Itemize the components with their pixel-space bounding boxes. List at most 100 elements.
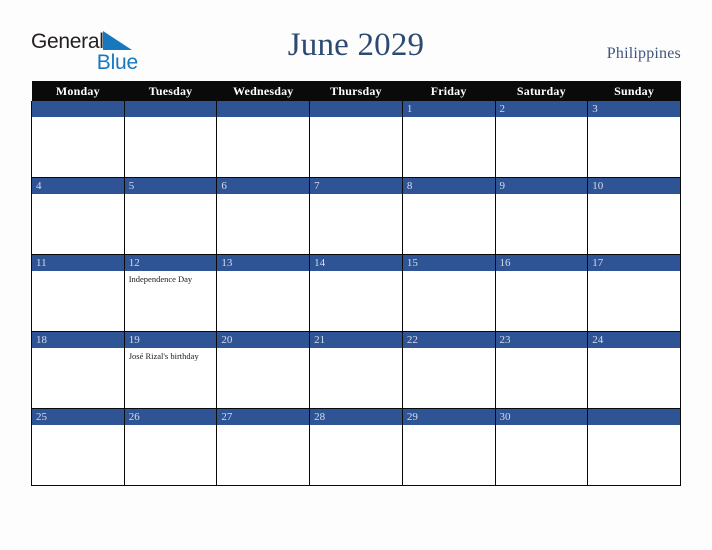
day-number: 1 [402,101,495,117]
day-cell-25[interactable]: 25 [31,408,125,486]
day-number [310,101,402,117]
day-number: 8 [402,178,495,194]
day-cell-18[interactable]: 18 [31,331,125,409]
day-cell-inner: 21 [310,332,402,408]
day-cell-inner: 27 [217,409,310,485]
day-number: 27 [217,409,310,425]
day-cell-empty[interactable] [123,101,218,178]
day-cell-26[interactable]: 26 [123,408,218,486]
day-number: 20 [217,332,310,348]
day-cell-inner: 11 [32,255,124,331]
day-cell-inner: 25 [32,409,124,485]
day-cell-inner: 30 [495,409,588,485]
day-number: 22 [402,332,495,348]
day-cell-inner: 24 [588,332,680,408]
page-title: June 2029 [287,27,425,63]
day-cell-30[interactable]: 30 [494,408,589,486]
day-cell-1[interactable]: 1 [401,101,496,178]
day-cell-inner: 10 [588,178,680,254]
day-cell-6[interactable]: 6 [216,177,311,255]
day-cell-19[interactable]: 19 José Rizal's birthday [123,331,218,409]
day-cell-27[interactable]: 27 [216,408,311,486]
calendar-week-row: 11 12 Independence Day 13 14 15 16 17 [31,254,681,332]
day-cell-inner: 17 [588,255,680,331]
day-cell-23[interactable]: 23 [494,331,589,409]
day-number: 23 [495,332,588,348]
weekday-header-wednesday: Wednesday [216,81,310,101]
day-cell-11[interactable]: 11 [31,254,125,332]
weekday-header-friday: Friday [402,81,496,101]
day-number [588,409,680,425]
day-cell-28[interactable]: 28 [309,408,403,486]
calendar-body: 1 2 3 4 5 6 7 8 9 10 11 12 Independence Day 13 14 15 16 1… [31,101,681,486]
day-cell-3[interactable]: 3 [587,101,681,178]
day-cell-inner: 14 [310,255,402,331]
day-cell-inner: 28 [310,409,402,485]
day-cell-inner: 26 [124,409,217,485]
day-cell-inner: 22 [402,332,495,408]
weekday-header-monday: Monday [31,81,125,101]
day-cell-empty[interactable] [31,101,125,178]
day-cell-8[interactable]: 8 [401,177,496,255]
day-cell-2[interactable]: 2 [494,101,589,178]
holiday-label: José Rizal's birthday [128,351,199,361]
day-cell-15[interactable]: 15 [401,254,496,332]
day-cell-22[interactable]: 22 [401,331,496,409]
day-cell-9[interactable]: 9 [494,177,589,255]
day-cell-inner: 5 [124,178,217,254]
day-cell-13[interactable]: 13 [216,254,311,332]
day-number: 28 [310,409,402,425]
weekday-header-saturday: Saturday [495,81,588,101]
day-number: 30 [495,409,588,425]
calendar-grid: Monday Tuesday Wednesday Thursday Friday Satu… [31,81,681,486]
day-number: 26 [124,409,217,425]
day-number: 4 [32,178,124,194]
day-cell-inner [310,101,402,177]
day-cell-12[interactable]: 12 Independence Day [123,254,218,332]
day-number: 25 [32,409,124,425]
day-cell-inner [124,101,217,177]
day-cell-empty[interactable] [216,101,311,178]
day-number: 3 [588,101,680,117]
day-number: 5 [124,178,217,194]
day-cell-inner: 4 [32,178,124,254]
day-cell-21[interactable]: 21 [309,331,403,409]
day-cell-inner: 12 Independence Day [124,255,217,331]
day-cell-10[interactable]: 10 [587,177,681,255]
day-number: 6 [217,178,310,194]
day-cell-16[interactable]: 16 [494,254,589,332]
calendar-week-row: 18 19 José Rizal's birthday 20 21 22 23 24 [31,331,681,409]
day-cell-inner: 15 [402,255,495,331]
day-cell-inner: 8 [402,178,495,254]
day-cell-inner: 13 [217,255,310,331]
day-cell-inner: 2 [495,101,588,177]
day-cell-17[interactable]: 17 [587,254,681,332]
day-cell-4[interactable]: 4 [31,177,125,255]
day-cell-20[interactable]: 20 [216,331,311,409]
weekday-header-tuesday: Tuesday [124,81,217,101]
day-cell-29[interactable]: 29 [401,408,496,486]
day-cell-inner: 20 [217,332,310,408]
day-cell-empty[interactable] [587,408,681,486]
day-number: 14 [310,255,402,271]
day-number: 15 [402,255,495,271]
day-cell-24[interactable]: 24 [587,331,681,409]
country-label: Philippines [606,45,681,62]
day-number: 24 [588,332,680,348]
day-number: 16 [495,255,588,271]
day-cell-7[interactable]: 7 [309,177,403,255]
day-events: José Rizal's birthday [125,348,217,361]
day-number [32,101,124,117]
day-cell-inner: 6 [217,178,310,254]
day-cell-inner: 7 [310,178,402,254]
day-cell-5[interactable]: 5 [123,177,218,255]
page-header: General Blue June 2029 Philippines [0,0,712,80]
day-number: 11 [32,255,124,271]
day-number: 10 [588,178,680,194]
day-cell-inner: 18 [32,332,124,408]
day-number [217,101,310,117]
day-cell-14[interactable]: 14 [309,254,403,332]
calendar-week-row: 4 5 6 7 8 9 10 [31,177,681,255]
day-cell-empty[interactable] [309,101,403,178]
day-cell-inner: 1 [402,101,495,177]
